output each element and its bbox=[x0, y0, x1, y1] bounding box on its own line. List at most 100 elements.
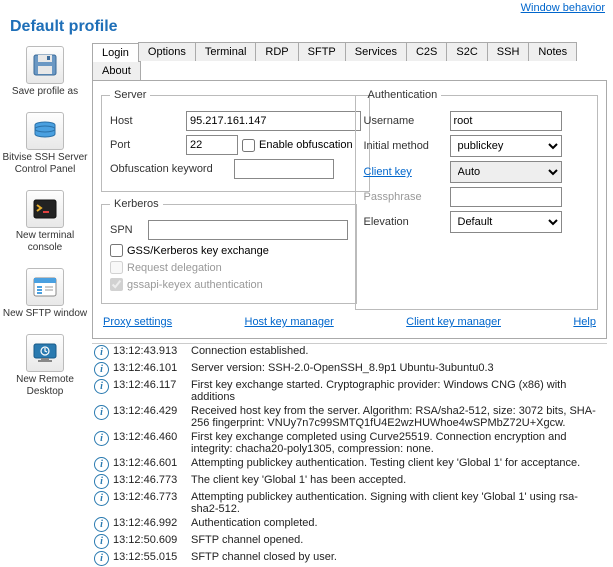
gss-checkbox[interactable]: GSS/Kerberos key exchange bbox=[110, 244, 348, 257]
sidebar: Save profile as Bitvise SSH Server Contr… bbox=[0, 42, 90, 567]
tab-s2c[interactable]: S2C bbox=[446, 42, 487, 61]
gssapi-keyex-checkbox: gssapi-keyex authentication bbox=[110, 278, 348, 291]
port-label: Port bbox=[110, 139, 182, 151]
tab-rdp[interactable]: RDP bbox=[255, 42, 298, 61]
log-message: Attempting publickey authentication. Sig… bbox=[191, 491, 605, 515]
passphrase-label: Passphrase bbox=[364, 191, 446, 203]
log-message: First key exchange started. Cryptographi… bbox=[191, 379, 605, 403]
log-row: i13:12:46.429Received host key from the … bbox=[92, 404, 607, 430]
page-title: Default profile bbox=[0, 16, 613, 42]
info-icon: i bbox=[94, 405, 109, 420]
client-key-select[interactable]: Auto bbox=[450, 161, 562, 183]
server-group: Server Host Port Enable obfuscation Obfu… bbox=[101, 89, 370, 192]
obfuscation-keyword-label: Obfuscation keyword bbox=[110, 163, 230, 175]
tab-sftp[interactable]: SFTP bbox=[298, 42, 346, 61]
info-icon: i bbox=[94, 474, 109, 489]
remote-desktop-icon bbox=[26, 334, 64, 372]
sidebar-item-label: New Remote Desktop bbox=[2, 374, 88, 398]
info-icon: i bbox=[94, 362, 109, 377]
log-row: i13:12:46.101Server version: SSH-2.0-Ope… bbox=[92, 361, 607, 378]
server-legend: Server bbox=[110, 89, 150, 101]
help-link[interactable]: Help bbox=[573, 316, 596, 328]
log-message: Authentication completed. bbox=[191, 517, 605, 529]
elevation-select[interactable]: Default bbox=[450, 211, 562, 233]
authentication-group: Authentication Username Initial method p… bbox=[355, 89, 599, 310]
authentication-legend: Authentication bbox=[364, 89, 442, 101]
initial-method-label: Initial method bbox=[364, 140, 446, 152]
log-row: i13:12:46.992Authentication completed. bbox=[92, 516, 607, 533]
host-label: Host bbox=[110, 115, 182, 127]
info-icon: i bbox=[94, 457, 109, 472]
sidebar-item-label: New SFTP window bbox=[2, 308, 88, 320]
sidebar-item-label: New terminal console bbox=[2, 230, 88, 254]
enable-obfuscation-checkbox[interactable]: Enable obfuscation bbox=[242, 139, 353, 152]
log-time: 13:12:46.460 bbox=[113, 431, 191, 443]
log-message: First key exchange completed using Curve… bbox=[191, 431, 605, 455]
initial-method-select[interactable]: publickey bbox=[450, 135, 562, 157]
log-row: i 13:12:46.601Attempting publickey authen… bbox=[92, 456, 607, 473]
sidebar-new-sftp[interactable]: New SFTP window bbox=[2, 268, 88, 320]
window-behavior-link[interactable]: Window behavior bbox=[521, 2, 605, 14]
tab-about[interactable]: About bbox=[92, 61, 141, 80]
server-icon bbox=[26, 112, 64, 150]
info-icon: i bbox=[94, 345, 109, 360]
sidebar-item-label: Bitvise SSH Server Control Panel bbox=[2, 152, 88, 176]
spn-input[interactable] bbox=[148, 220, 348, 240]
info-icon: i bbox=[94, 431, 109, 446]
kerberos-group: Kerberos SPN GSS/Kerberos key exchange R… bbox=[101, 198, 357, 304]
proxy-settings-link[interactable]: Proxy settings bbox=[103, 316, 172, 328]
info-icon: i bbox=[94, 517, 109, 532]
log-row: i 13:12:43.913Connection established. bbox=[92, 344, 607, 361]
info-icon: i bbox=[94, 534, 109, 549]
info-icon: i bbox=[94, 379, 109, 394]
elevation-label: Elevation bbox=[364, 216, 446, 228]
log-row: i 13:12:46.117First key exchange started.… bbox=[92, 378, 607, 404]
log-panel[interactable]: i13:12:43.913Connection established.i13:… bbox=[92, 343, 607, 567]
log-time: 13:12:46.101 bbox=[113, 362, 191, 374]
kerberos-legend: Kerberos bbox=[110, 198, 163, 210]
log-message: Received host key from the server. Algor… bbox=[191, 405, 605, 429]
sidebar-bitvise-panel[interactable]: Bitvise SSH Server Control Panel bbox=[2, 112, 88, 176]
terminal-icon bbox=[26, 190, 64, 228]
username-label: Username bbox=[364, 115, 446, 127]
sftp-icon bbox=[26, 268, 64, 306]
sidebar-item-label: Save profile as bbox=[2, 86, 88, 98]
request-delegation-checkbox: Request delegation bbox=[110, 261, 348, 274]
client-key-link[interactable]: Client key bbox=[364, 166, 446, 178]
host-input[interactable] bbox=[186, 111, 361, 131]
log-row: i 13:12:46.460First key exchange complete… bbox=[92, 430, 607, 456]
tab-options[interactable]: Options bbox=[138, 42, 196, 61]
log-time: 13:12:55.015 bbox=[113, 551, 191, 563]
log-time: 13:12:46.117 bbox=[113, 379, 191, 391]
sidebar-save-profile[interactable]: Save profile as bbox=[2, 46, 88, 98]
log-time: 13:12:46.601 bbox=[113, 457, 191, 469]
tab-login[interactable]: Login bbox=[92, 43, 139, 62]
log-time: 13:12:46.773 bbox=[113, 491, 191, 503]
tab-ssh[interactable]: SSH bbox=[487, 42, 530, 61]
obfuscation-keyword-input bbox=[234, 159, 334, 179]
port-input[interactable] bbox=[186, 135, 238, 155]
info-icon: i bbox=[94, 491, 109, 506]
log-row: i 13:12:55.015SFTP channel closed by user… bbox=[92, 550, 607, 567]
log-row: i 13:12:46.773The client key 'Global 1' h… bbox=[92, 473, 607, 490]
save-icon bbox=[26, 46, 64, 84]
log-message: The client key 'Global 1' has been accep… bbox=[191, 474, 605, 486]
log-time: 13:12:43.913 bbox=[113, 345, 191, 357]
spn-label: SPN bbox=[110, 224, 144, 236]
log-time: 13:12:46.773 bbox=[113, 474, 191, 486]
sidebar-new-remote-desktop[interactable]: New Remote Desktop bbox=[2, 334, 88, 398]
host-key-manager-link[interactable]: Host key manager bbox=[245, 316, 334, 328]
tab-notes[interactable]: Notes bbox=[528, 42, 577, 61]
log-message: Attempting publickey authentication. Tes… bbox=[191, 457, 605, 469]
tab-services[interactable]: Services bbox=[345, 42, 407, 61]
tab-terminal[interactable]: Terminal bbox=[195, 42, 257, 61]
log-message: SFTP channel closed by user. bbox=[191, 551, 605, 563]
client-key-manager-link[interactable]: Client key manager bbox=[406, 316, 501, 328]
passphrase-input[interactable] bbox=[450, 187, 562, 207]
tab-c2s[interactable]: C2S bbox=[406, 42, 447, 61]
log-message: Connection established. bbox=[191, 345, 605, 357]
info-icon: i bbox=[94, 551, 109, 566]
username-input[interactable] bbox=[450, 111, 562, 131]
log-time: 13:12:50.609 bbox=[113, 534, 191, 546]
sidebar-new-terminal[interactable]: New terminal console bbox=[2, 190, 88, 254]
